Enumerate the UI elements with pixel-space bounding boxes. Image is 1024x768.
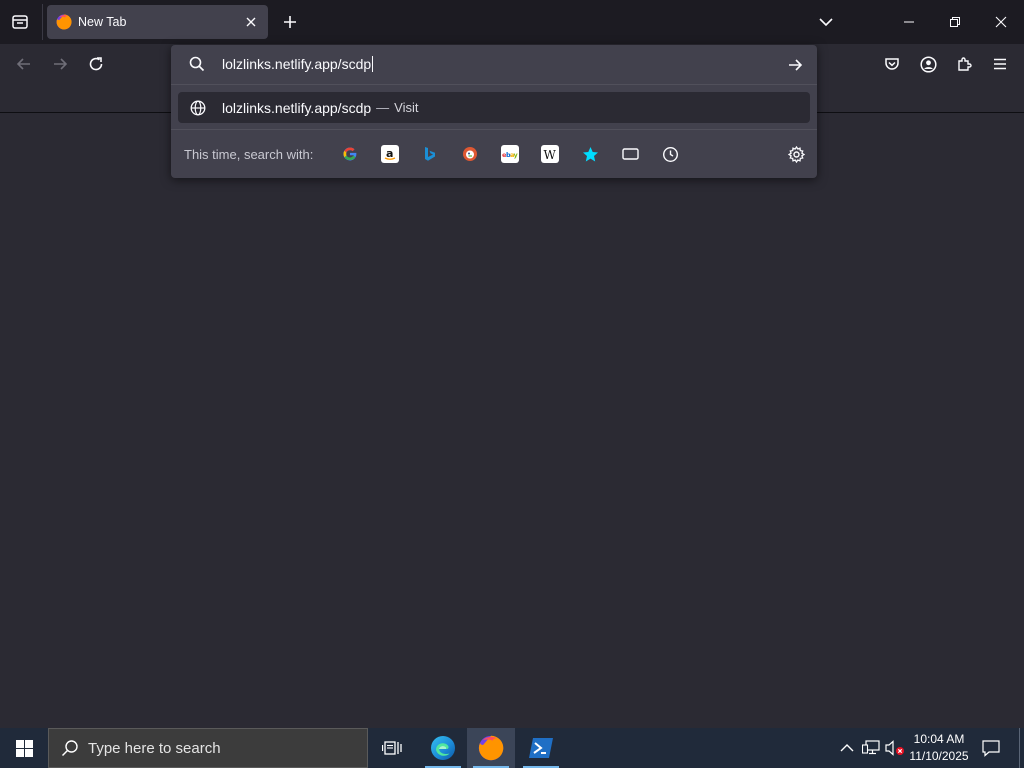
taskbar-edge[interactable] bbox=[419, 728, 467, 768]
close-icon bbox=[995, 16, 1007, 28]
engine-amazon-button[interactable]: a bbox=[381, 145, 399, 163]
clock-date: 11/10/2025 bbox=[909, 749, 969, 763]
pocket-button[interactable] bbox=[880, 52, 904, 76]
engine-duckduckgo-button[interactable] bbox=[461, 145, 479, 163]
firefox-view-icon bbox=[12, 15, 28, 29]
result-action: Visit bbox=[394, 100, 419, 115]
account-icon bbox=[919, 55, 937, 73]
clock-time: 10:04 AM bbox=[913, 732, 965, 746]
tab-new-tab[interactable]: New Tab bbox=[47, 5, 268, 39]
url-input-row[interactable]: lolzlinks.netlify.app/scdp bbox=[171, 45, 817, 84]
taskbar-clock[interactable]: 10:04 AM 11/10/2025 bbox=[904, 731, 974, 765]
tab-bar: New Tab bbox=[0, 0, 1024, 44]
oneoff-label: This time, search with: bbox=[184, 147, 314, 162]
taskbar-powershell[interactable] bbox=[517, 728, 565, 768]
taskbar-search-box[interactable]: Type here to search bbox=[48, 728, 368, 768]
close-icon bbox=[246, 17, 256, 27]
windows-taskbar: Type here to search 10:04 AM 11/10/2025 bbox=[0, 728, 1024, 768]
plus-icon bbox=[284, 16, 296, 28]
taskbar-firefox[interactable] bbox=[467, 728, 515, 768]
pocket-icon bbox=[885, 58, 899, 70]
engine-history-button[interactable] bbox=[661, 145, 679, 163]
list-all-tabs-button[interactable] bbox=[814, 10, 838, 34]
forward-button[interactable] bbox=[48, 52, 72, 76]
task-view-icon bbox=[382, 741, 402, 755]
chevron-up-icon bbox=[840, 744, 854, 752]
network-tray-button[interactable] bbox=[860, 728, 882, 768]
start-button[interactable] bbox=[0, 728, 48, 768]
show-desktop-button[interactable] bbox=[1019, 728, 1024, 768]
close-window-button[interactable] bbox=[978, 0, 1024, 44]
engine-wikipedia-button[interactable]: W bbox=[541, 145, 559, 163]
firefox-logo-icon bbox=[478, 735, 504, 761]
hamburger-menu-icon bbox=[994, 58, 1006, 70]
tabs-icon bbox=[621, 148, 639, 160]
text-caret bbox=[372, 56, 374, 72]
taskbar-search-placeholder: Type here to search bbox=[88, 739, 221, 757]
arrow-left-icon bbox=[16, 58, 30, 70]
google-icon bbox=[343, 147, 357, 161]
urlbar-divider bbox=[171, 84, 817, 85]
extensions-button[interactable] bbox=[952, 52, 976, 76]
windows-logo-icon bbox=[15, 739, 33, 757]
svg-text:y: y bbox=[514, 151, 519, 159]
history-icon bbox=[662, 146, 678, 162]
engine-google-button[interactable] bbox=[341, 145, 359, 163]
chevron-down-icon bbox=[819, 18, 833, 27]
engine-tabs-button[interactable] bbox=[621, 145, 639, 163]
powershell-icon bbox=[529, 738, 553, 758]
bookmarks-star-icon bbox=[582, 146, 598, 161]
network-icon bbox=[862, 740, 880, 755]
engine-bookmarks-button[interactable] bbox=[581, 145, 599, 163]
minimize-button[interactable] bbox=[886, 0, 932, 44]
result-url: lolzlinks.netlify.app/scdp bbox=[222, 99, 372, 116]
amazon-icon: a bbox=[384, 147, 396, 160]
show-hidden-icons-button[interactable] bbox=[836, 728, 858, 768]
new-tab-button[interactable] bbox=[278, 10, 302, 34]
notification-icon bbox=[982, 739, 1000, 757]
go-button[interactable] bbox=[785, 55, 805, 75]
engine-bing-button[interactable] bbox=[421, 145, 439, 163]
arrow-right-icon bbox=[54, 58, 68, 70]
arrow-right-icon bbox=[789, 59, 803, 71]
notifications-button[interactable] bbox=[978, 728, 1004, 768]
gear-icon bbox=[787, 145, 805, 163]
reload-icon bbox=[89, 57, 103, 71]
tab-close-button[interactable] bbox=[243, 14, 259, 30]
result-separator: — bbox=[376, 100, 390, 115]
svg-text:a: a bbox=[386, 147, 393, 160]
volume-muted-icon bbox=[885, 740, 904, 756]
wikipedia-icon: W bbox=[544, 148, 557, 162]
search-settings-button[interactable] bbox=[787, 145, 805, 163]
firefox-logo-icon bbox=[56, 14, 72, 30]
one-off-search-row: This time, search with: a e b a y W bbox=[171, 137, 817, 171]
volume-tray-button[interactable] bbox=[884, 728, 906, 768]
url-input-value: lolzlinks.netlify.app/scdp bbox=[222, 56, 372, 72]
oneoff-divider bbox=[171, 129, 817, 130]
reload-button[interactable] bbox=[84, 52, 108, 76]
task-view-button[interactable] bbox=[368, 728, 416, 768]
restore-icon bbox=[950, 17, 960, 27]
urlbar-popup: lolzlinks.netlify.app/scdp lolzlinks.net… bbox=[171, 45, 817, 178]
url-input[interactable]: lolzlinks.netlify.app/scdp bbox=[222, 56, 374, 72]
firefox-view-button[interactable] bbox=[8, 10, 32, 34]
minimize-icon bbox=[904, 21, 914, 23]
duckduckgo-icon bbox=[463, 147, 477, 161]
tab-separator bbox=[42, 4, 43, 40]
puzzle-icon bbox=[958, 57, 972, 71]
account-button[interactable] bbox=[916, 52, 940, 76]
globe-icon bbox=[190, 100, 206, 115]
urlbar-result-visit[interactable]: lolzlinks.netlify.app/scdp — Visit bbox=[178, 92, 810, 123]
engine-ebay-button[interactable]: e b a y bbox=[501, 145, 519, 163]
ebay-icon: e b a y bbox=[502, 151, 519, 159]
edge-icon bbox=[431, 736, 455, 760]
menu-button[interactable] bbox=[988, 52, 1012, 76]
search-icon bbox=[189, 56, 205, 72]
tab-title: New Tab bbox=[78, 15, 127, 29]
restore-button[interactable] bbox=[932, 0, 978, 44]
back-button[interactable] bbox=[12, 52, 36, 76]
search-icon bbox=[61, 740, 78, 757]
bing-icon bbox=[425, 147, 435, 161]
svg-text:W: W bbox=[544, 148, 557, 162]
